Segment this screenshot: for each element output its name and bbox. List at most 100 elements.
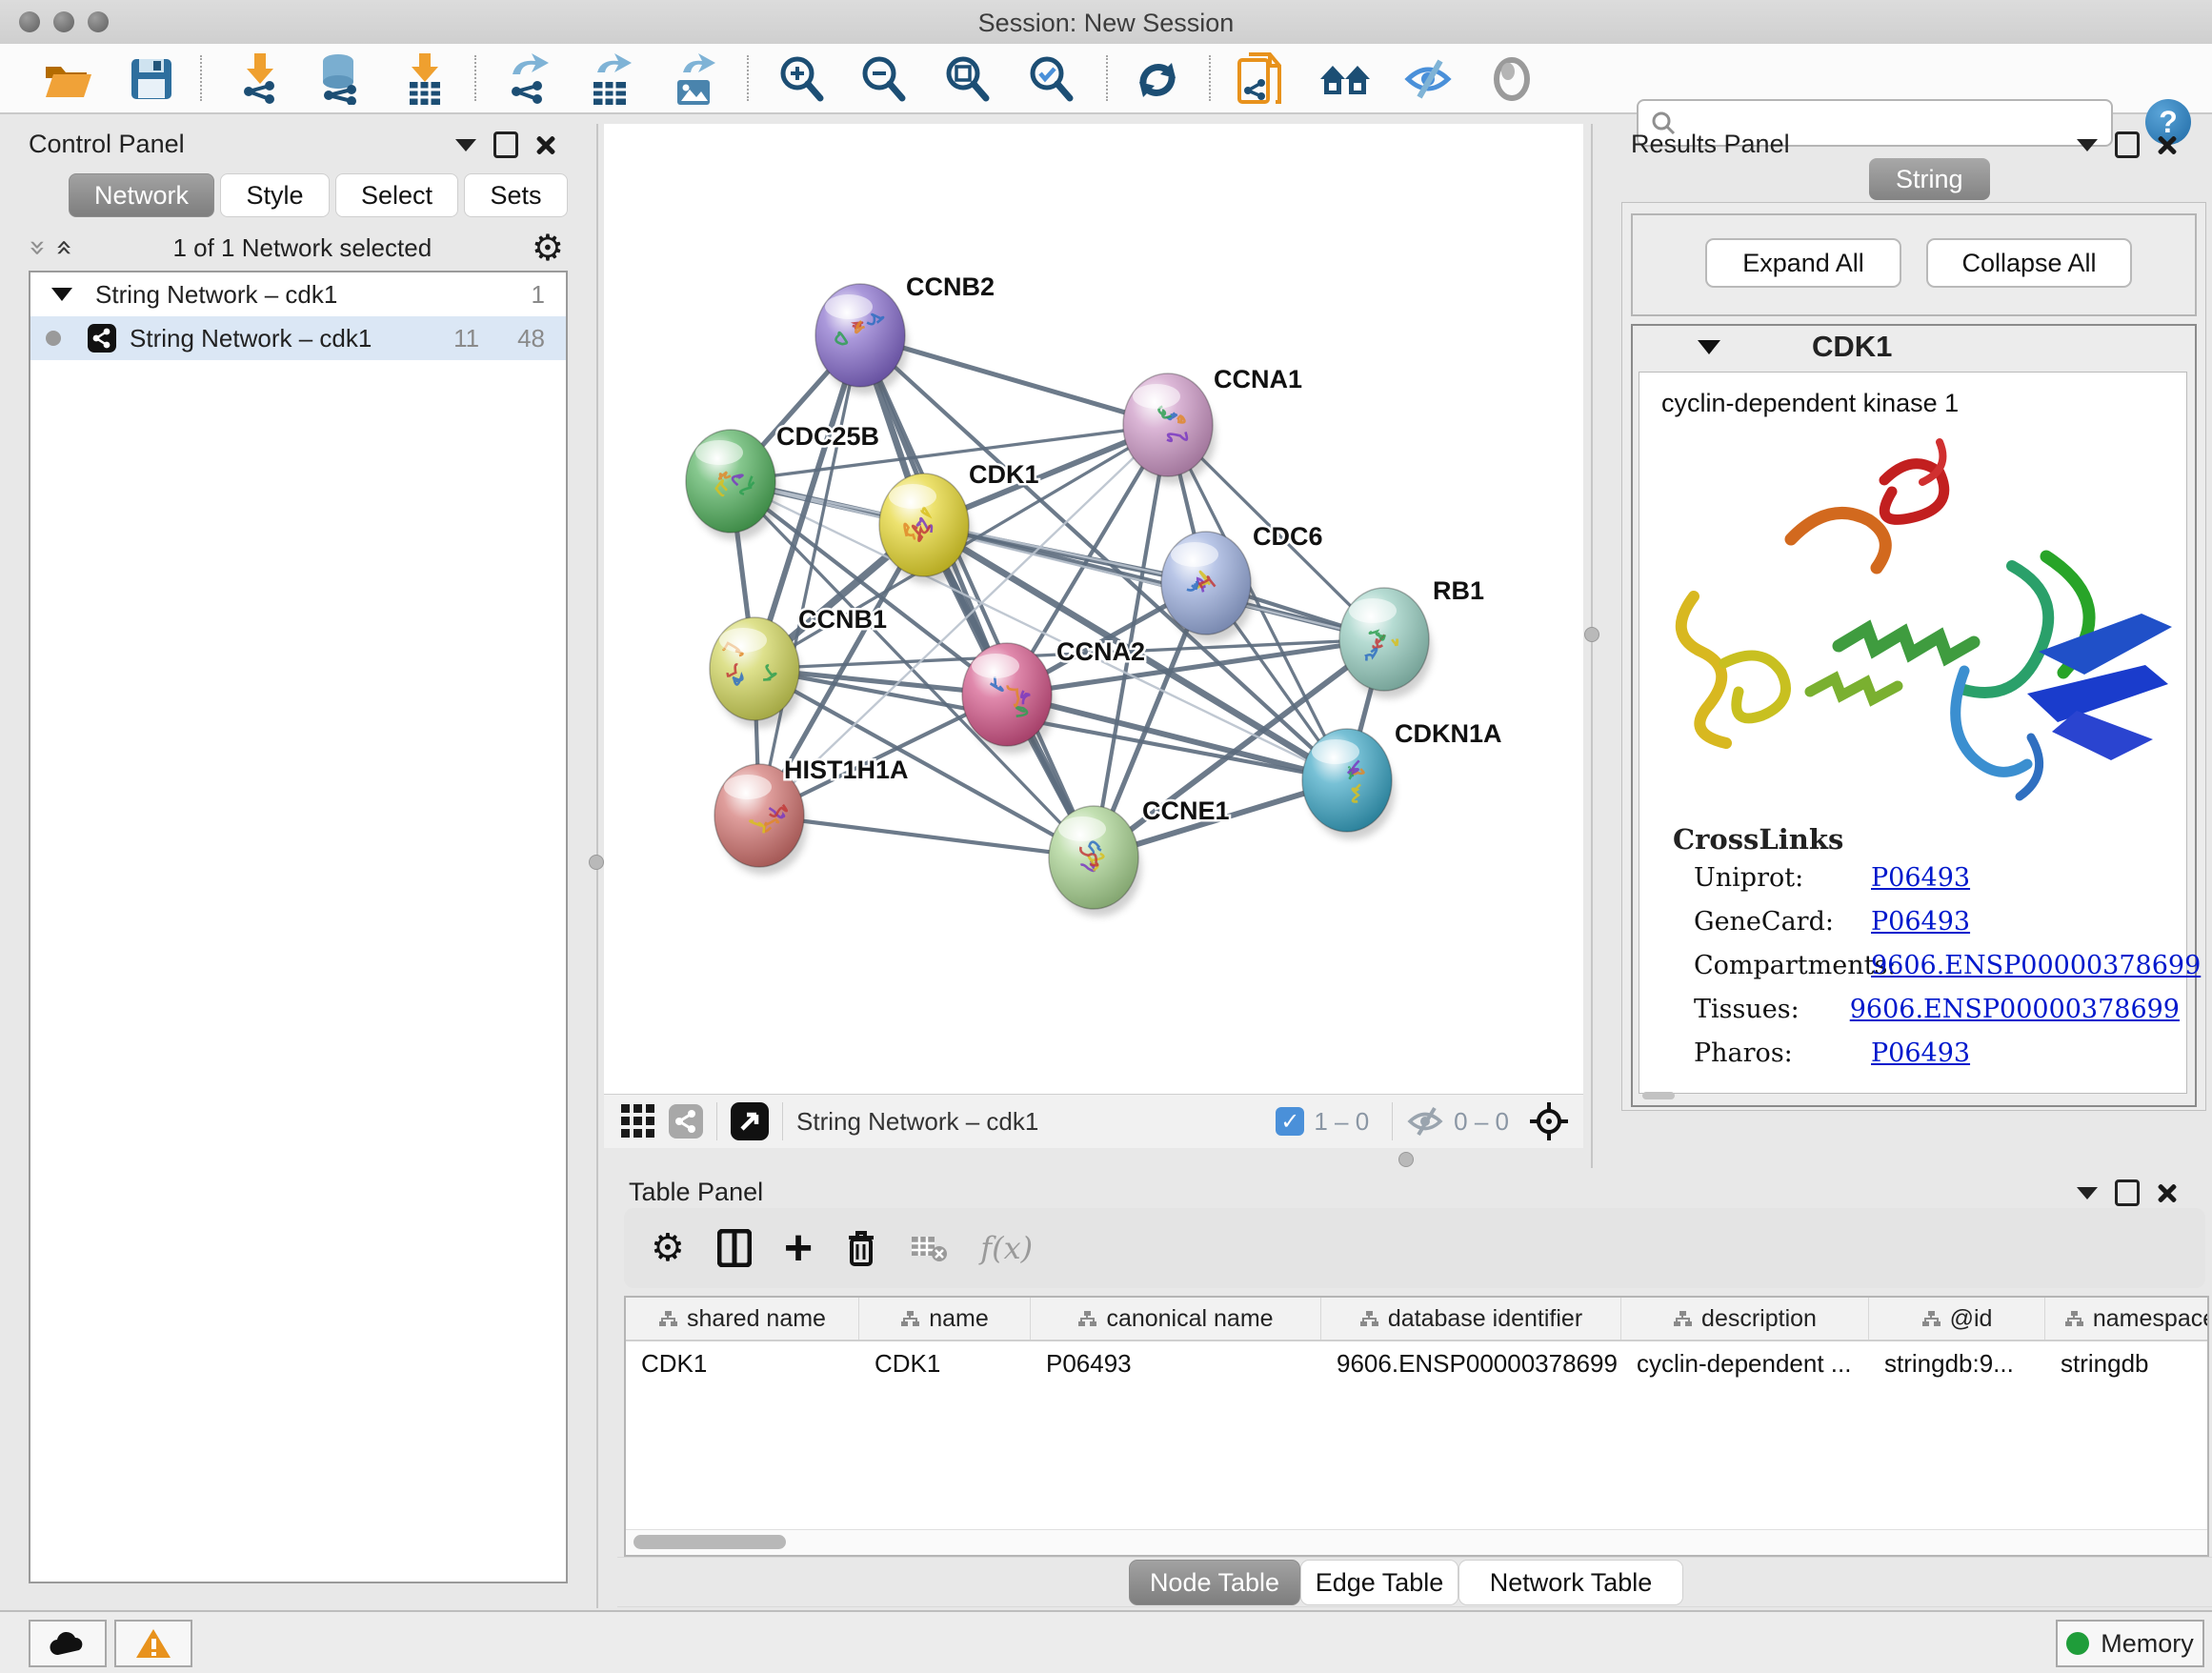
tab-string[interactable]: String <box>1869 158 1990 200</box>
network-node-CDKN1A[interactable]: CDKN1A <box>1302 719 1502 839</box>
tab-sets[interactable]: Sets <box>464 173 567 217</box>
function-builder-icon[interactable]: f(x) <box>980 1230 1033 1266</box>
zoom-fit-icon[interactable] <box>941 53 993 105</box>
memory-button[interactable]: Memory <box>2056 1620 2204 1667</box>
network-from-document-icon[interactable] <box>1235 53 1286 105</box>
network-edge-CCNE1-HIST1H1A[interactable] <box>759 816 1094 857</box>
collapse-triangle-icon[interactable] <box>51 288 72 301</box>
tab-network-table[interactable]: Network Table <box>1458 1560 1683 1605</box>
panel-menu-icon[interactable] <box>2077 139 2098 151</box>
show-all-icon[interactable] <box>1486 53 1538 105</box>
panel-close-icon[interactable] <box>535 134 556 155</box>
network-collection-row[interactable]: String Network – cdk1 1 <box>30 272 566 316</box>
crosslink-value-link[interactable]: P06493 <box>1871 1038 1970 1068</box>
export-image-icon[interactable] <box>667 53 718 105</box>
column-header--id[interactable]: @id <box>1869 1298 2045 1340</box>
column-header-database-identifier[interactable]: database identifier <box>1321 1298 1621 1340</box>
tab-network[interactable]: Network <box>69 173 214 217</box>
table-cell[interactable]: stringdb:9... <box>1869 1341 2045 1385</box>
results-scrollbar-thumb[interactable] <box>1642 1092 1675 1099</box>
warnings-button[interactable] <box>114 1620 192 1667</box>
network-canvas[interactable]: CCNB2CCNA1CDC25BCDK1CDC6RB1CCNB1CCNA2CDK… <box>604 124 1583 1094</box>
delete-table-icon[interactable] <box>910 1233 948 1263</box>
import-network-from-database-icon[interactable] <box>314 53 366 105</box>
table-cell[interactable]: CDK1 <box>859 1341 1031 1385</box>
splitter-handle[interactable] <box>1584 627 1599 642</box>
show-columns-icon[interactable] <box>717 1229 752 1267</box>
create-column-icon[interactable]: + <box>784 1229 813 1267</box>
tab-style[interactable]: Style <box>220 173 329 217</box>
birdseye-view-icon[interactable] <box>731 1102 769 1140</box>
save-session-icon[interactable] <box>126 53 177 105</box>
network-node-CCNA1[interactable]: CCNA1 <box>1123 365 1302 484</box>
network-node-CDC6[interactable]: CDC6 <box>1161 522 1323 642</box>
column-header-namespace[interactable]: namespace <box>2045 1298 2209 1340</box>
scrollbar-thumb[interactable] <box>633 1535 786 1549</box>
collection-count: 1 <box>532 280 545 310</box>
panel-menu-icon[interactable] <box>455 139 476 151</box>
table-cell[interactable]: stringdb <box>2045 1341 2209 1385</box>
table-horizontal-scrollbar[interactable] <box>626 1529 2207 1555</box>
collapse-all-button[interactable]: Collapse All <box>1926 238 2132 288</box>
splitter-handle[interactable] <box>589 855 604 870</box>
tab-select[interactable]: Select <box>335 173 458 217</box>
import-network-from-file-icon[interactable] <box>233 53 285 105</box>
control-panel-controls <box>455 131 556 158</box>
refresh-view-icon[interactable] <box>1132 53 1183 105</box>
cloud-status-button[interactable] <box>29 1620 107 1667</box>
network-node-HIST1H1A[interactable]: HIST1H1A <box>714 756 909 875</box>
hide-unhide-icon[interactable] <box>1402 53 1454 105</box>
network-edge-CCNB2-HIST1H1A[interactable] <box>759 335 860 816</box>
tab-edge-table[interactable]: Edge Table <box>1300 1560 1458 1605</box>
crosslink-value-link[interactable]: 9606.ENSP00000378699 <box>1871 951 2201 980</box>
tab-node-table[interactable]: Node Table <box>1129 1560 1300 1605</box>
delete-column-icon[interactable] <box>845 1228 877 1268</box>
column-type-icon <box>900 1310 919 1327</box>
export-table-icon[interactable] <box>583 53 634 105</box>
table-cell[interactable]: cyclin-dependent ... <box>1621 1341 1869 1385</box>
home-networks-icon[interactable] <box>1318 53 1370 105</box>
import-table-from-file-icon[interactable] <box>398 53 450 105</box>
vertical-splitter-right[interactable] <box>1591 124 1593 1168</box>
expand-all-networks-icon[interactable]: » <box>55 239 74 256</box>
table-options-gear-icon[interactable]: ⚙ <box>651 1226 685 1270</box>
network-node-CDK1[interactable]: CDK1 <box>879 460 1039 584</box>
crosslinks-list: Uniprot:P06493GeneCard:P06493Compartment… <box>1694 863 2180 1082</box>
panel-float-icon[interactable] <box>2115 131 2140 158</box>
selected-checkbox-icon[interactable]: ✓ <box>1276 1107 1304 1136</box>
open-session-icon[interactable] <box>42 53 93 105</box>
network-node-CCNB1[interactable]: CCNB1 <box>710 605 887 728</box>
table-cell[interactable]: CDK1 <box>626 1341 859 1385</box>
collapse-triangle-icon[interactable] <box>1698 340 1720 354</box>
table-cell[interactable]: 9606.ENSP00000378699 <box>1321 1341 1621 1385</box>
zoom-in-icon[interactable] <box>775 53 827 105</box>
network-node-RB1[interactable]: RB1 <box>1339 576 1484 698</box>
table-row[interactable]: CDK1CDK1P064939606.ENSP00000378699cyclin… <box>626 1341 2207 1385</box>
zoom-selected-icon[interactable] <box>1025 53 1076 105</box>
zoom-out-icon[interactable] <box>857 53 909 105</box>
column-header-name[interactable]: name <box>859 1298 1031 1340</box>
fit-crosshair-icon[interactable] <box>1528 1100 1570 1142</box>
collapse-all-networks-icon[interactable]: » <box>28 239 47 256</box>
network-options-gear-icon[interactable]: ⚙ <box>532 230 564 266</box>
export-network-icon[interactable] <box>500 53 552 105</box>
panel-float-icon[interactable] <box>493 131 518 158</box>
panel-close-icon[interactable] <box>2157 134 2178 155</box>
crosslink-value-link[interactable]: P06493 <box>1871 863 1970 893</box>
expand-all-button[interactable]: Expand All <box>1705 238 1901 288</box>
string-view-icon[interactable] <box>669 1104 703 1139</box>
column-header-description[interactable]: description <box>1621 1298 1869 1340</box>
crosslink-value-link[interactable]: 9606.ENSP00000378699 <box>1850 995 2180 1024</box>
column-header-canonical-name[interactable]: canonical name <box>1031 1298 1321 1340</box>
grid-view-icon[interactable] <box>621 1104 655 1139</box>
table-cell[interactable]: P06493 <box>1031 1341 1321 1385</box>
column-header-shared-name[interactable]: shared name <box>626 1298 859 1340</box>
network-node-CCNE1[interactable]: CCNE1 <box>1049 796 1230 917</box>
network-row-selected[interactable]: String Network – cdk1 11 48 <box>30 316 566 360</box>
crosslink-value-link[interactable]: P06493 <box>1871 907 1970 937</box>
panel-menu-icon[interactable] <box>2077 1187 2098 1199</box>
panel-close-icon[interactable] <box>2157 1182 2178 1203</box>
panel-float-icon[interactable] <box>2115 1179 2140 1206</box>
horizontal-splitter-handle[interactable] <box>1398 1152 1414 1167</box>
node-result-header[interactable]: CDK1 <box>1631 324 2193 370</box>
